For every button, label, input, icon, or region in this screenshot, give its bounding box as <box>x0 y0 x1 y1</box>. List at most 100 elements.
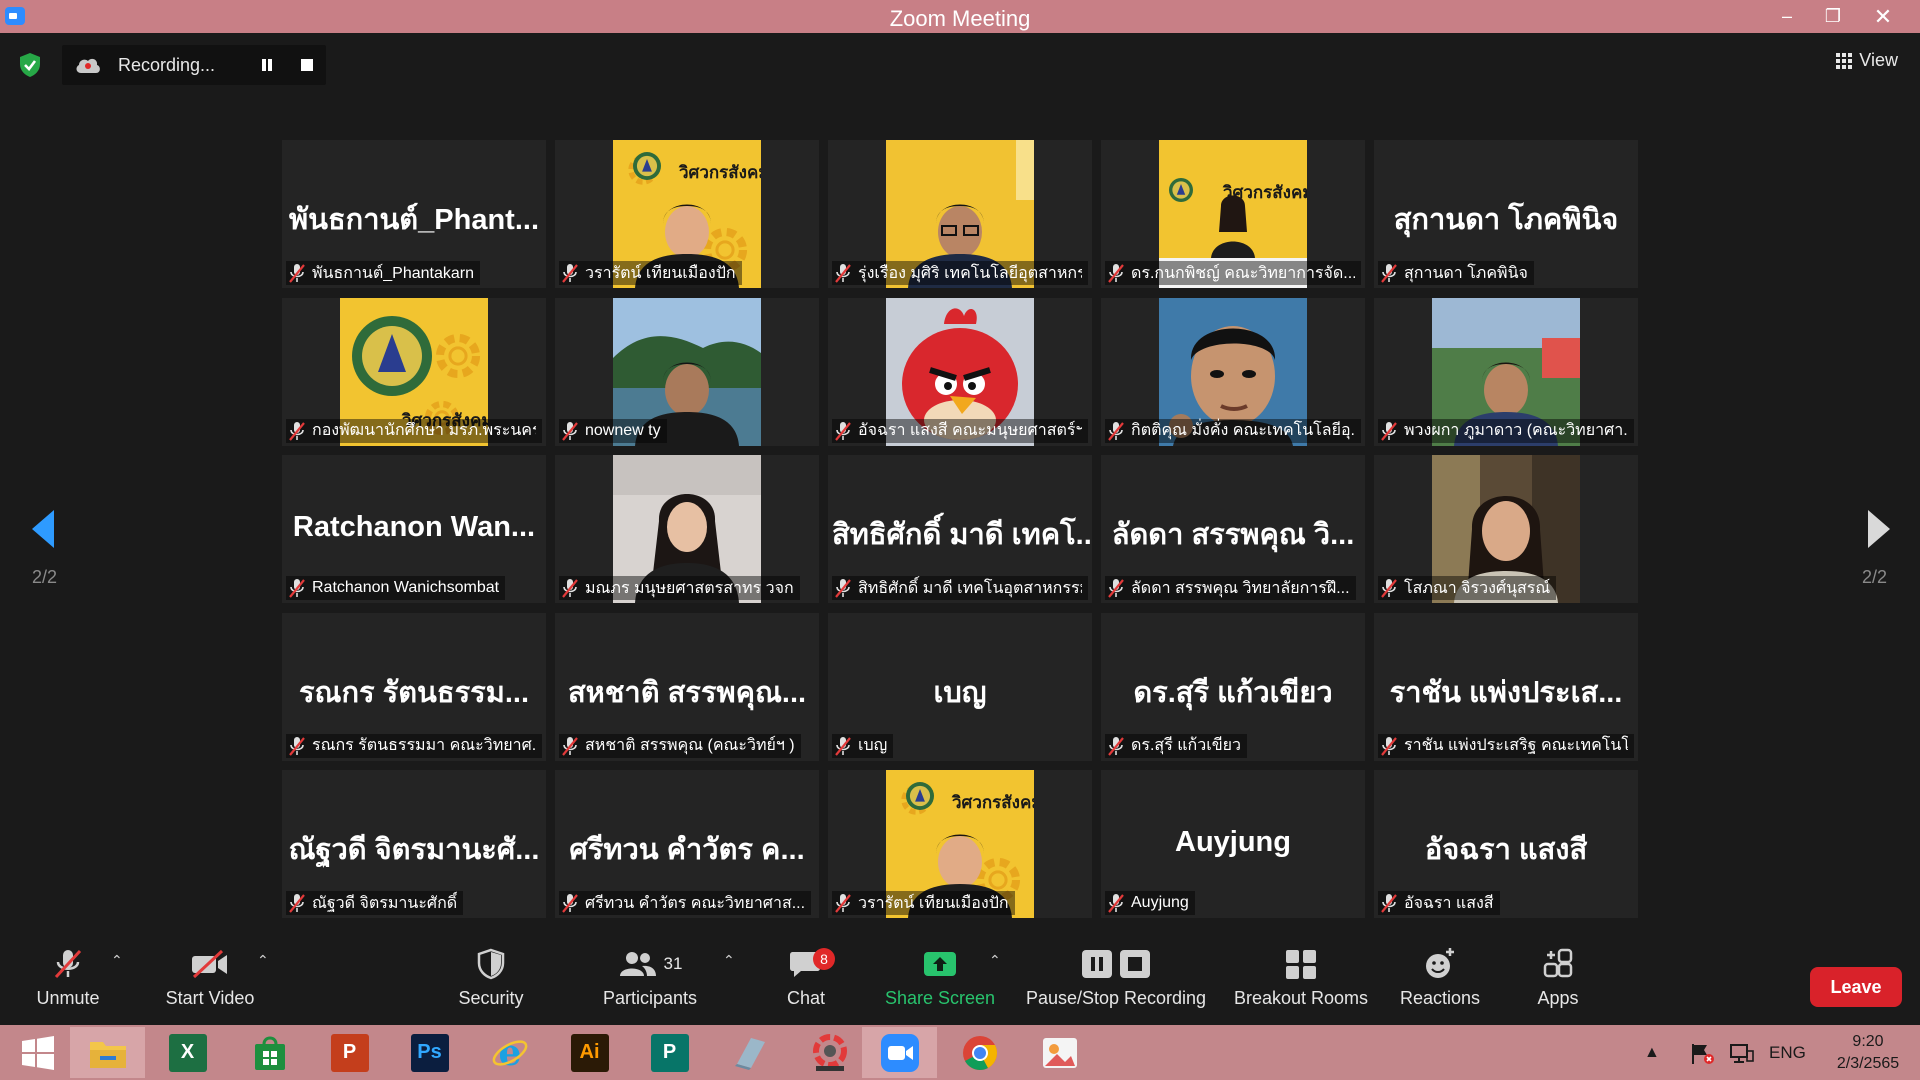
pause-stop-recording-button[interactable]: Pause/Stop Recording <box>1022 940 1210 1025</box>
participant-tile[interactable]: nownew ty <box>555 297 819 446</box>
participant-name: ดร.กนกพิชญ์ คณะวิทยาการจัด... <box>1131 264 1355 282</box>
participant-tile[interactable]: สุกานดา โภคพินิจ สุกานดา โภคพินิจ <box>1374 140 1638 288</box>
shield-icon[interactable] <box>18 52 42 78</box>
participant-tile[interactable]: ดร.สุรี แก้วเขียว ดร.สุรี แก้วเขียว <box>1101 612 1365 761</box>
participant-tile[interactable]: อัจฉรา แสงสี อัจฉรา แสงสี <box>1374 770 1638 918</box>
participant-tile[interactable]: ณัฐวดี จิตรมานะศั... ณัฐวดี จิตรมานะศักดิ… <box>282 770 546 918</box>
participant-name: สุกานดา โภคพินิจ <box>1404 264 1528 282</box>
publisher-icon: P <box>650 1033 689 1072</box>
muted-mic-icon <box>835 736 851 756</box>
participant-tile[interactable]: วิศวกรสังคม วรารัตน์ เทียนเมืองปัก <box>555 140 819 288</box>
view-button[interactable]: View <box>1836 50 1898 71</box>
apps-icon <box>1543 948 1573 978</box>
participant-tile[interactable]: รณกร รัตนธรรม... รณกร รัตนธรรมมา คณะวิทยา… <box>282 612 546 761</box>
muted-mic-icon <box>1108 736 1124 756</box>
minimize-button[interactable]: – <box>1764 0 1810 33</box>
reactions-smiley-icon <box>1426 948 1454 978</box>
participant-display-name: สหชาติ สรรพคุณ... <box>567 676 807 709</box>
restore-button[interactable]: ❐ <box>1810 0 1856 33</box>
previous-page-arrow-icon[interactable] <box>28 508 58 550</box>
participant-tile[interactable]: เบญ เบญ <box>828 612 1092 761</box>
close-button[interactable]: ✕ <box>1860 0 1906 33</box>
share-screen-icon <box>924 952 956 976</box>
start-taskbar-button[interactable] <box>0 1027 75 1078</box>
internet-explorer-icon: e <box>492 1034 527 1072</box>
breakout-rooms-button[interactable]: Breakout Rooms <box>1226 940 1376 1025</box>
muted-mic-icon <box>289 264 305 283</box>
show-hidden-icons[interactable]: ▲ <box>1644 1025 1660 1080</box>
powerpoint-taskbar-button[interactable]: P <box>312 1027 387 1078</box>
participant-name-tag: รุ่งเรือง มุศิริ เทคโนโลยีอุตสาหกร... <box>832 261 1088 285</box>
participants-button[interactable]: 31 Participants <box>600 940 700 1025</box>
chat-button[interactable]: Chat <box>766 940 846 1025</box>
muted-mic-icon <box>1108 421 1124 441</box>
participant-name-tag: สุกานดา โภคพินิจ <box>1378 261 1534 285</box>
next-page-arrow-icon[interactable] <box>1864 508 1894 550</box>
image-viewer-taskbar-button[interactable] <box>1022 1027 1097 1078</box>
leave-button[interactable]: Leave <box>1810 967 1902 1007</box>
participant-tile[interactable]: สิทธิศักดิ์ มาดี เทคโ... สิทธิศักดิ์ มาดี… <box>828 455 1092 603</box>
participant-tile[interactable]: ลัดดา สรรพคุณ วิ... ลัดดา สรรพคุณ วิทยาลั… <box>1101 455 1365 603</box>
zoom-taskbar-button[interactable] <box>862 1027 937 1078</box>
participant-tile[interactable]: สหชาติ สรรพคุณ... สหชาติ สรรพคุณ (คณะวิทย… <box>555 612 819 761</box>
action-center-flag-icon[interactable] <box>1690 1042 1716 1066</box>
photoshop-taskbar-button[interactable]: Ps <box>392 1027 467 1078</box>
participant-display-name: อัจฉรา แสงสี <box>1424 834 1588 866</box>
windows-taskbar: X P Ps e Ai P <box>0 1025 1920 1080</box>
file-explorer-taskbar-button[interactable] <box>70 1027 145 1078</box>
share-screen-button[interactable]: Share Screen <box>880 940 1000 1025</box>
participant-tile[interactable]: วิศวกรสังคม กองพัฒนานักศึกษา มรภ.พระนคร <box>282 297 546 446</box>
participant-tile[interactable]: ราชัน แพ่งประเส... ราชัน แพ่งประเสริฐ คณะ… <box>1374 612 1638 761</box>
participant-tile[interactable]: Ratchanon Wan... Ratchanon Wanichsombat <box>282 455 546 603</box>
participant-name-tag: ดร.สุรี แก้วเขียว <box>1105 733 1247 758</box>
muted-mic-icon <box>562 579 578 598</box>
participant-tile[interactable]: มณภร มนุษยศาสตรสาทร วจก <box>555 455 819 603</box>
image-viewer-icon <box>1042 1037 1077 1068</box>
illustrator-taskbar-button[interactable]: Ai <box>552 1027 627 1078</box>
security-button[interactable]: Security <box>451 940 531 1025</box>
video-options-caret-icon[interactable]: ⌃ <box>257 952 269 969</box>
participant-tile[interactable]: ศรีทวน คำวัตร ค... ศรีทวน คำวัตร คณะวิทยา… <box>555 770 819 918</box>
start-video-label: Start Video <box>165 988 255 1008</box>
start-video-button[interactable]: Start Video <box>160 940 260 1025</box>
participant-name: โสภณา จิรวงศ์นุสรณ์ <box>1404 579 1551 597</box>
excel-taskbar-button[interactable]: X <box>150 1027 225 1078</box>
window-title: Zoom Meeting <box>889 6 1031 31</box>
participant-tile[interactable]: วิศวกรสังคม วรารัตน์ เทียนเมืองปัก <box>828 770 1092 918</box>
participant-tile[interactable]: พวงผกา ภูมาดาว (คณะวิทยาศา... <box>1374 297 1638 446</box>
participants-icon <box>619 952 656 976</box>
taskbar-clock[interactable]: 9:20 2/3/2565 <box>1822 1031 1914 1075</box>
apps-button[interactable]: Apps <box>1518 940 1598 1025</box>
chrome-taskbar-button[interactable] <box>942 1027 1017 1078</box>
network-icon[interactable] <box>1729 1043 1755 1065</box>
recording-label: Recording... <box>118 54 216 75</box>
photoscape-taskbar-button[interactable] <box>792 1027 867 1078</box>
internet-explorer-taskbar-button[interactable]: e <box>472 1027 547 1078</box>
participant-name-tag: พวงผกา ภูมาดาว (คณะวิทยาศา... <box>1378 418 1634 443</box>
store-taskbar-button[interactable] <box>232 1027 307 1078</box>
stop-recording-icon[interactable] <box>299 57 315 73</box>
participant-name-tag: Auyjung <box>1105 891 1195 915</box>
illustrator-icon: Ai <box>570 1033 609 1072</box>
pause-recording-icon[interactable] <box>259 57 275 73</box>
notepad-taskbar-button[interactable] <box>712 1027 787 1078</box>
participant-name-tag: กิตติคุณ มั่งคั่ง คณะเทคโนโลยีอุ... <box>1105 418 1361 443</box>
participant-tile[interactable]: โสภณา จิรวงศ์นุสรณ์ <box>1374 455 1638 603</box>
unmute-button[interactable]: Unmute <box>28 940 108 1025</box>
participant-tile[interactable]: กิตติคุณ มั่งคั่ง คณะเทคโนโลยีอุ... <box>1101 297 1365 446</box>
publisher-taskbar-button[interactable]: P <box>632 1027 707 1078</box>
reactions-button[interactable]: Reactions <box>1400 940 1480 1025</box>
participant-tile[interactable]: รุ่งเรือง มุศิริ เทคโนโลยีอุตสาหกร... <box>828 140 1092 288</box>
input-language-indicator[interactable]: ENG <box>1769 1025 1806 1080</box>
participant-tile[interactable]: พันธกานต์_Phant... พันธกานต์_Phantakarn <box>282 140 546 288</box>
participant-name: วรารัตน์ เทียนเมืองปัก <box>858 894 1009 912</box>
audio-options-caret-icon[interactable]: ⌃ <box>111 952 123 969</box>
participant-tile[interactable]: Auyjung Auyjung <box>1101 770 1365 918</box>
participant-tile[interactable]: อัจฉรา แสงสี คณะมนุษยศาสตร์ฯ <box>828 297 1092 446</box>
photoscape-icon <box>812 1033 847 1071</box>
muted-mic-icon <box>562 421 578 441</box>
share-options-caret-icon[interactable]: ⌃ <box>989 952 1001 969</box>
participant-display-name: Auyjung <box>1175 826 1291 858</box>
participants-options-caret-icon[interactable]: ⌃ <box>723 952 735 969</box>
participant-tile[interactable]: วิศวกรสังคม ดร.กนกพิชญ์ คณะวิทยาการจัด... <box>1101 140 1365 288</box>
